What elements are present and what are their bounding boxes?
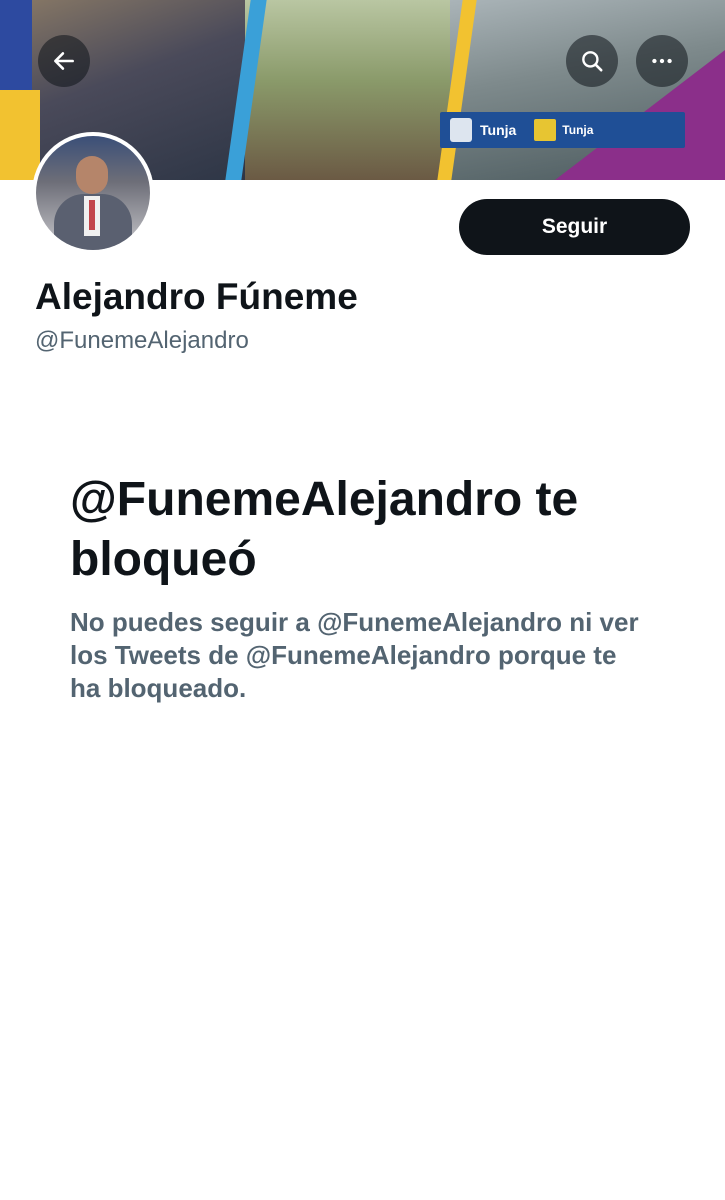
banner-stripe-blue [0,0,32,95]
avatar-head [76,156,108,194]
follow-button[interactable]: Seguir [459,199,690,255]
coat-of-arms-icon [450,118,472,142]
profile-avatar[interactable] [32,132,154,254]
avatar-tie [89,200,95,230]
city-logo-icon [534,119,557,141]
more-horizontal-icon [652,58,672,64]
profile-handle: @FunemeAlejandro [35,327,249,354]
profile-display-name: Alejandro Fúneme [35,276,358,317]
banner-logo-text: Tunja [480,122,517,138]
avatar-photo [36,136,150,250]
search-icon [582,51,603,72]
banner-logo-text-right: Tunja [562,123,594,137]
more-button[interactable] [636,35,688,87]
banner-stripe-yellow [0,90,40,180]
back-button[interactable] [38,35,90,87]
search-button[interactable] [566,35,618,87]
blocked-message: No puedes seguir a @FunemeAlejandro ni v… [70,607,639,703]
banner-photo-middle [245,0,450,180]
banner-logo: Tunja Tunja [440,112,685,148]
arrow-left-icon [54,52,74,70]
blocked-title: @FunemeAlejandro te bloqueó [70,473,579,586]
